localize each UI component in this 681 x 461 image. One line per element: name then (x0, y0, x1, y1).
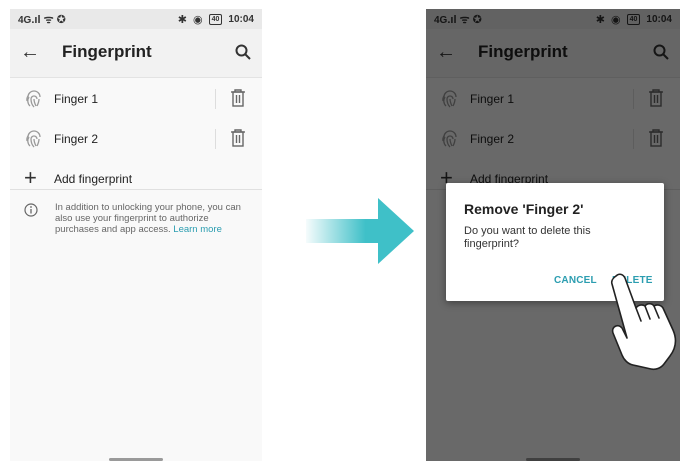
app-bar: ← Fingerprint (10, 29, 262, 78)
trash-icon[interactable] (230, 89, 246, 107)
dialog-message: Do you want to delete this fingerprint? (464, 225, 591, 250)
back-arrow-icon[interactable]: ← (20, 41, 40, 63)
eye-comfort-icon: ◉ (193, 13, 203, 26)
row-divider (215, 89, 216, 109)
status-signal: 4G.ıl ᯤ ✪ (18, 12, 66, 27)
dialog-title: Remove 'Finger 2' (464, 201, 584, 217)
fingerprint-item[interactable]: Finger 1 (10, 79, 262, 119)
fingerprint-label: Finger 2 (54, 132, 99, 146)
fingerprint-label: Finger 1 (54, 92, 99, 106)
status-time: 10:04 (228, 13, 254, 25)
learn-more-link[interactable]: Learn more (173, 224, 222, 235)
add-fingerprint-item[interactable]: + Add fingerprint (10, 159, 262, 199)
divider (10, 189, 262, 190)
info-text: In addition to unlocking your phone, you… (55, 202, 251, 235)
signal-label: 4G (18, 14, 32, 26)
fingerprint-item[interactable]: Finger 2 (10, 119, 262, 159)
fingerprint-icon (26, 90, 41, 108)
hand-pointer-icon (610, 273, 677, 371)
status-bar: 4G.ıl ᯤ ✪ ✱ ◉ 40 10:04 (10, 9, 262, 29)
phone-screen-before: 4G.ıl ᯤ ✪ ✱ ◉ 40 10:04 ← Fingerprint Fin… (10, 9, 262, 461)
trash-icon[interactable] (230, 129, 246, 147)
row-divider (215, 129, 216, 149)
info-icon (24, 203, 38, 217)
add-fingerprint-label: Add fingerprint (54, 172, 133, 186)
phone-screen-after: 4G.ıl ᯤ ✪ ✱ ◉ 40 10:04 ← Fingerprint Fin… (426, 9, 680, 461)
battery-icon: 40 (208, 13, 223, 25)
page-title: Fingerprint (62, 42, 152, 61)
cancel-button[interactable]: CANCEL (554, 275, 597, 286)
plus-icon: + (24, 165, 37, 190)
search-icon[interactable] (234, 43, 252, 61)
signal-bars-icon: .ıl ᯤ ✪ (31, 13, 66, 26)
transition-arrow (306, 198, 414, 264)
fingerprint-icon (26, 130, 41, 148)
bluetooth-icon: ✱ (177, 13, 188, 26)
